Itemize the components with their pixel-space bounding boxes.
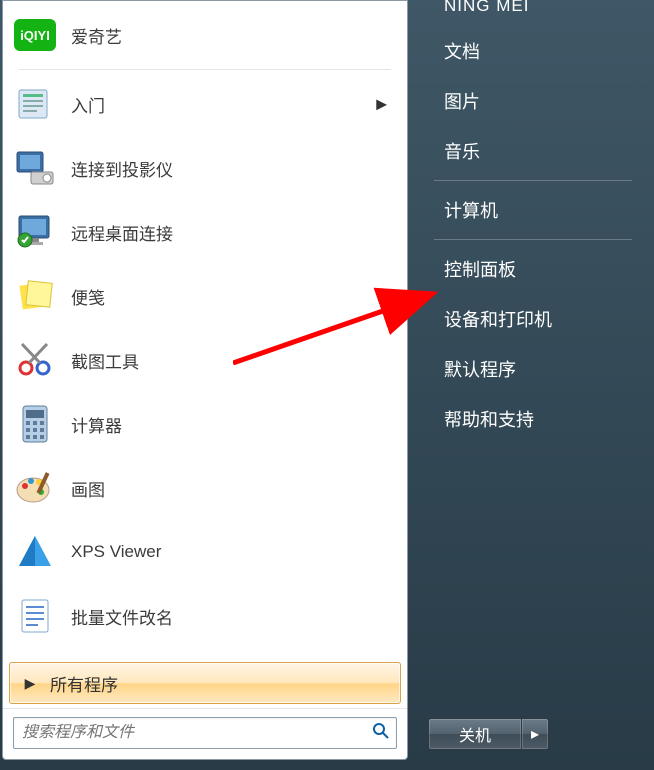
program-label: XPS Viewer [71, 542, 161, 562]
all-programs-label: 所有程序 [50, 671, 118, 696]
program-label: 画图 [71, 476, 105, 501]
right-panel-separator [434, 239, 632, 240]
right-list: 文档 图片 音乐 计算机 控制面板 设备和打印机 默认程序 帮助和支持 [408, 26, 654, 444]
calculator-icon [13, 402, 57, 446]
all-programs-button[interactable]: ▶ 所有程序 [9, 662, 401, 704]
shutdown-area: 关机 ▸ [428, 718, 549, 750]
submenu-arrow-icon: ▶ [376, 96, 387, 113]
sidebar-item-default-programs[interactable]: 默认程序 [408, 344, 654, 394]
program-label: 爱奇艺 [71, 23, 122, 48]
start-menu-left-panel: iQIYI 爱奇艺 入门 ▶ 连接到投影仪 [2, 0, 408, 760]
remote-desktop-icon [13, 210, 57, 254]
sidebar-item-label: 音乐 [444, 142, 480, 162]
program-label: 入门 [71, 92, 105, 117]
sidebar-item-help-support[interactable]: 帮助和支持 [408, 394, 654, 444]
sidebar-item-computer[interactable]: 计算机 [408, 185, 654, 235]
right-panel-separator [434, 180, 632, 181]
program-item-xps-viewer[interactable]: XPS Viewer [9, 520, 401, 584]
xps-viewer-icon [13, 530, 57, 574]
shutdown-options-button[interactable]: ▸ [522, 718, 549, 750]
sidebar-item-devices-printers[interactable]: 设备和打印机 [408, 294, 654, 344]
program-item-paint[interactable]: 画图 [9, 456, 401, 520]
program-item-calculator[interactable]: 计算器 [9, 392, 401, 456]
program-item-iqiyi[interactable]: iQIYI 爱奇艺 [9, 3, 401, 67]
sidebar-item-label: 帮助和支持 [444, 410, 534, 430]
sidebar-item-music[interactable]: 音乐 [408, 126, 654, 176]
paint-icon [13, 466, 57, 510]
getting-started-icon [13, 82, 57, 126]
list-divider [19, 69, 391, 70]
iqiyi-icon: iQIYI [13, 13, 57, 57]
svg-text:iQIYI: iQIYI [20, 28, 50, 43]
sidebar-item-label: 计算机 [444, 201, 498, 221]
program-item-sticky-notes[interactable]: 便笺 [9, 264, 401, 328]
sidebar-item-label: 图片 [444, 92, 480, 112]
program-item-batch-rename[interactable]: 批量文件改名 [9, 584, 401, 648]
search-box[interactable] [13, 717, 397, 749]
user-name-label: NING MEI [444, 0, 529, 16]
search-area [3, 708, 407, 759]
program-label: 截图工具 [71, 348, 139, 373]
search-input[interactable] [14, 724, 366, 742]
sidebar-item-pictures[interactable]: 图片 [408, 76, 654, 126]
start-menu-right-panel: NING MEI 文档 图片 音乐 计算机 控制面板 设备和打印机 默认程序 帮… [408, 0, 654, 770]
sticky-notes-icon [13, 274, 57, 318]
scissors-icon [13, 338, 57, 382]
projector-icon [13, 146, 57, 190]
sidebar-item-label: 控制面板 [444, 260, 516, 280]
document-lines-icon [13, 594, 57, 638]
program-item-connect-projector[interactable]: 连接到投影仪 [9, 136, 401, 200]
sidebar-item-control-panel[interactable]: 控制面板 [408, 244, 654, 294]
program-label: 远程桌面连接 [71, 220, 173, 245]
shutdown-label: 关机 [459, 722, 491, 746]
program-label: 便笺 [71, 284, 105, 309]
program-label: 批量文件改名 [71, 604, 173, 629]
sidebar-item-label: 默认程序 [444, 360, 516, 380]
search-icon [366, 722, 396, 745]
shutdown-button[interactable]: 关机 [428, 718, 522, 750]
program-label: 连接到投影仪 [71, 156, 173, 181]
program-label: 计算器 [71, 412, 122, 437]
sidebar-item-label: 文档 [444, 42, 480, 62]
pinned-program-list: iQIYI 爱奇艺 入门 ▶ 连接到投影仪 [3, 1, 407, 660]
program-item-remote-desktop[interactable]: 远程桌面连接 [9, 200, 401, 264]
start-menu: iQIYI 爱奇艺 入门 ▶ 连接到投影仪 [0, 0, 654, 770]
sidebar-item-label: 设备和打印机 [444, 310, 552, 330]
program-item-snipping-tool[interactable]: 截图工具 [9, 328, 401, 392]
all-programs-arrow-icon: ▶ [10, 675, 50, 692]
sidebar-item-documents[interactable]: 文档 [408, 26, 654, 76]
chevron-right-icon: ▸ [531, 724, 539, 744]
program-item-getting-started[interactable]: 入门 ▶ [9, 72, 401, 136]
